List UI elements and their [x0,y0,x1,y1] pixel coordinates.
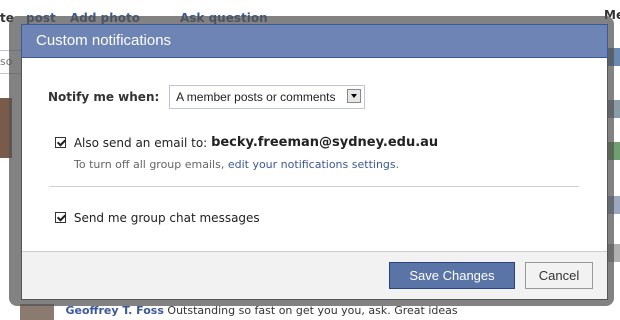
feed-story: Geoffrey T. Foss Outstanding so fast on … [20,304,600,320]
chat-label: Send me group chat messages [73,210,260,225]
divider [49,186,579,187]
dialog-title: Custom notifications [21,24,608,58]
email-label: Also send an email to: [73,135,208,150]
custom-notifications-dialog: Custom notifications Notify me when: A m… [21,24,608,300]
chat-checkbox[interactable] [55,212,66,223]
email-checkbox[interactable] [55,137,66,148]
notify-select[interactable]: A member posts or comments [169,85,365,109]
notify-row: Notify me when: A member posts or commen… [48,85,365,109]
hint-text: To turn off all group emails, [74,158,225,171]
dropdown-arrow-icon[interactable] [346,89,361,103]
avatar[interactable] [20,304,54,320]
chat-row: Send me group chat messages [55,210,260,225]
email-row: Also send an email to: becky.freeman@syd… [55,135,438,150]
hint-suffix: . [395,158,400,171]
cancel-button[interactable]: Cancel [525,262,593,289]
notify-select-value: A member posts or comments [176,90,336,104]
dialog-footer: Save Changes Cancel [22,251,607,299]
notification-settings-link[interactable]: edit your notifications settings [228,158,396,171]
notify-label: Notify me when: [48,90,160,104]
dialog-body: Notify me when: A member posts or commen… [22,58,607,254]
email-hint: To turn off all group emails, edit your … [74,158,399,171]
email-address: becky.freeman@sydney.edu.au [211,135,439,150]
save-changes-button[interactable]: Save Changes [389,262,515,289]
